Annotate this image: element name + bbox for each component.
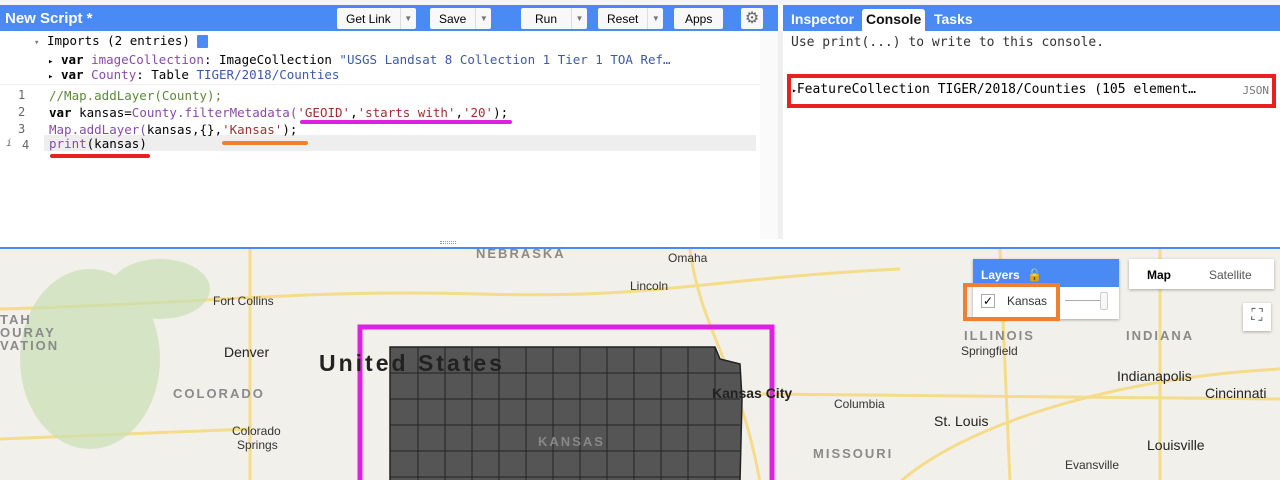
chevron-down-icon[interactable]: ▼	[647, 8, 663, 29]
line-gutter: 1 2 3 4 i	[0, 86, 44, 239]
map-type-map-button[interactable]: Map	[1147, 268, 1171, 282]
collapse-icon[interactable]: ▾	[34, 38, 39, 48]
get-link-label: Get Link	[346, 11, 391, 26]
editor-header: New Script * Get Link ▼ Save ▼ Run ▼ Reset ▼…	[0, 5, 778, 31]
run-label: Run	[535, 11, 558, 26]
map-type-control: Map Satellite	[1129, 259, 1274, 289]
tab-console[interactable]: Console	[862, 9, 926, 31]
map-label: Columbia	[834, 397, 885, 411]
code-line-1[interactable]: //Map.addLayer(County);	[49, 88, 222, 103]
console-hint: Use print(...) to write to this console.	[791, 35, 1105, 50]
map-label: Colorado	[232, 424, 281, 438]
save-button[interactable]: Save ▼	[430, 8, 492, 29]
console-panel: Use print(...) to write to this console.…	[783, 31, 1280, 239]
orange-underline-annotation	[222, 141, 308, 145]
map-label: Lincoln	[630, 279, 669, 293]
document-icon[interactable]	[197, 35, 209, 48]
map-view[interactable]: NEBRASKA Omaha Lincoln Fort Collins Denv…	[0, 247, 1280, 480]
import-item[interactable]: ▸ var County: Table TIGER/2018/Counties	[48, 67, 339, 82]
console-output-featurecollection[interactable]: ▸FeatureCollection TIGER/2018/Counties (…	[792, 82, 1272, 97]
current-line-highlight	[44, 135, 756, 151]
tab-tasks[interactable]: Tasks	[930, 9, 977, 31]
opacity-slider[interactable]	[1065, 300, 1105, 301]
import-item[interactable]: ▸ var imageCollection: ImageCollection "…	[48, 52, 671, 67]
get-link-button[interactable]: Get Link ▼	[337, 8, 416, 29]
line-number: 3	[18, 122, 26, 136]
map-label: Denver	[224, 344, 270, 360]
reset-label: Reset	[607, 11, 639, 26]
map-label: Louisville	[1147, 437, 1205, 453]
map-label: Springfield	[961, 344, 1018, 358]
apps-button[interactable]: Apps	[674, 8, 724, 29]
map-label: St. Louis	[934, 413, 989, 429]
script-title: New Script *	[5, 10, 93, 27]
map-label: Kansas City	[712, 385, 793, 401]
map-label: ILLINOIS	[964, 328, 1035, 343]
chevron-down-icon[interactable]: ▼	[399, 8, 416, 29]
map-label: NEBRASKA	[476, 247, 566, 261]
map-label: COLORADO	[173, 386, 265, 401]
map-label: VATION	[0, 338, 60, 353]
orange-box-annotation	[963, 283, 1060, 321]
reset-button[interactable]: Reset ▼	[598, 8, 664, 29]
map-label-country: United States	[319, 350, 505, 376]
tab-inspector[interactable]: Inspector	[787, 9, 858, 31]
editor-scrollbar[interactable]	[760, 31, 778, 239]
map-type-satellite-button[interactable]: Satellite	[1209, 268, 1252, 282]
map-label: Fort Collins	[213, 294, 274, 308]
console-header: Inspector Console Tasks	[783, 5, 1280, 31]
line-number: 1	[18, 88, 26, 102]
map-label: Springs	[237, 438, 278, 452]
map-label: Indianapolis	[1117, 368, 1192, 384]
map-label: Evansville	[1065, 458, 1120, 472]
line-number: 4	[22, 138, 30, 152]
gear-icon[interactable]: ⚙	[741, 8, 763, 29]
imports-header: Imports (2 entries)	[46, 33, 190, 48]
code-line-2[interactable]: var kansas=County.filterMetadata('GEOID'…	[49, 105, 508, 120]
map-label: Omaha	[668, 251, 708, 265]
map-label: Cincinnati	[1205, 385, 1267, 401]
opacity-slider-handle[interactable]	[1100, 292, 1108, 310]
lock-icon[interactable]: 🔓	[1027, 268, 1042, 282]
apps-label: Apps	[685, 11, 713, 26]
info-icon[interactable]: i	[6, 138, 12, 149]
chevron-down-icon[interactable]: ▼	[475, 8, 491, 29]
magenta-underline-annotation	[300, 120, 512, 124]
vertical-splitter[interactable]	[0, 239, 1280, 247]
json-link[interactable]: JSON	[1243, 84, 1270, 97]
map-label: MISSOURI	[813, 446, 894, 461]
red-underline-annotation	[50, 154, 150, 158]
imports-section: ▾ Imports (2 entries) ▸ var imageCollect…	[0, 31, 760, 85]
chevron-down-icon[interactable]: ▼	[571, 8, 587, 29]
code-editor[interactable]: ▾ Imports (2 entries) ▸ var imageCollect…	[0, 31, 778, 239]
code-line-4[interactable]: print(kansas)	[49, 136, 147, 151]
save-label: Save	[439, 11, 467, 26]
line-number: 2	[18, 105, 26, 119]
code-line-3[interactable]: Map.addLayer(kansas,{},'Kansas');	[49, 122, 297, 137]
map-label: KANSAS	[538, 434, 605, 449]
fullscreen-icon[interactable]: ⛶	[1243, 303, 1271, 331]
map-label: INDIANA	[1126, 328, 1195, 343]
run-button[interactable]: Run ▼	[521, 8, 588, 29]
